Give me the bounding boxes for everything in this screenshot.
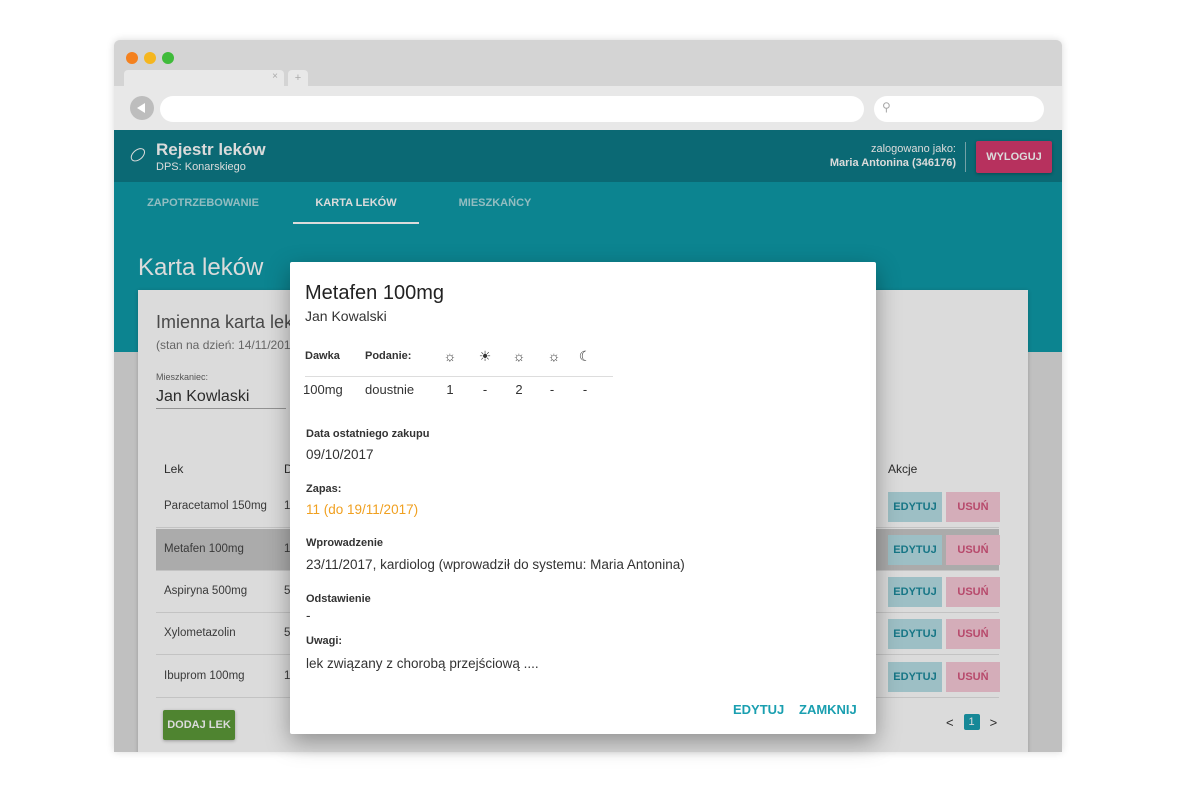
intro-label: Wprowadzenie [306,537,384,549]
schedule-afternoon: 2 [515,382,523,397]
new-tab-button[interactable]: + [288,70,308,86]
route-header: Podanie: [365,350,412,362]
address-bar-area: ⚲ [114,86,1062,130]
schedule-divider [305,376,613,377]
intro-value: 23/11/2017, kardiolog (wprowadził do sys… [306,557,685,572]
dialog-patient: Jan Kowalski [305,308,387,324]
dialog-title: Metafen 100mg [305,282,444,304]
stock-label: Zapas: [306,483,342,495]
route-value: doustnie [365,382,415,397]
notes-value: lek związany z chorobą przejściową .... [306,656,539,671]
browser-search-input[interactable]: ⚲ [874,96,1044,122]
sunrise-icon: ☼ [443,348,457,364]
schedule-morning: 1 [446,382,454,397]
notes-label: Uwagi: [306,635,343,647]
window-controls [126,52,174,64]
sun-icon: ☀ [478,348,492,364]
schedule-evening: - [549,382,555,397]
dose-header: Dawka [305,350,340,362]
medication-dialog: Metafen 100mg Jan Kowalski Dawka Podanie… [290,262,876,734]
back-arrow-icon[interactable] [130,96,154,120]
schedule-noon: - [482,382,488,397]
dialog-edit-button[interactable]: EDYTUJ [733,702,784,717]
afternoon-icon: ☼ [512,348,526,364]
last-purchase-value: 09/10/2017 [306,447,374,462]
browser-tab[interactable]: × [124,70,284,86]
sunset-icon: ☼ [547,348,561,364]
url-input[interactable] [160,96,864,122]
moon-icon: ☾ [578,348,592,364]
maximize-window-icon[interactable] [162,52,174,64]
minimize-window-icon[interactable] [144,52,156,64]
stock-value: 11 (do 19/11/2017) [306,502,419,517]
last-purchase-label: Data ostatniego zakupu [306,428,430,440]
dialog-close-button[interactable]: ZAMKNIJ [799,702,857,717]
withdraw-value: - [306,608,311,623]
search-icon: ⚲ [882,100,891,114]
browser-tabs: × + [124,70,308,86]
withdraw-label: Odstawienie [306,593,371,605]
dose-value: 100mg [303,382,343,397]
close-window-icon[interactable] [126,52,138,64]
tab-close-icon[interactable]: × [272,71,278,82]
schedule-night: - [582,382,588,397]
